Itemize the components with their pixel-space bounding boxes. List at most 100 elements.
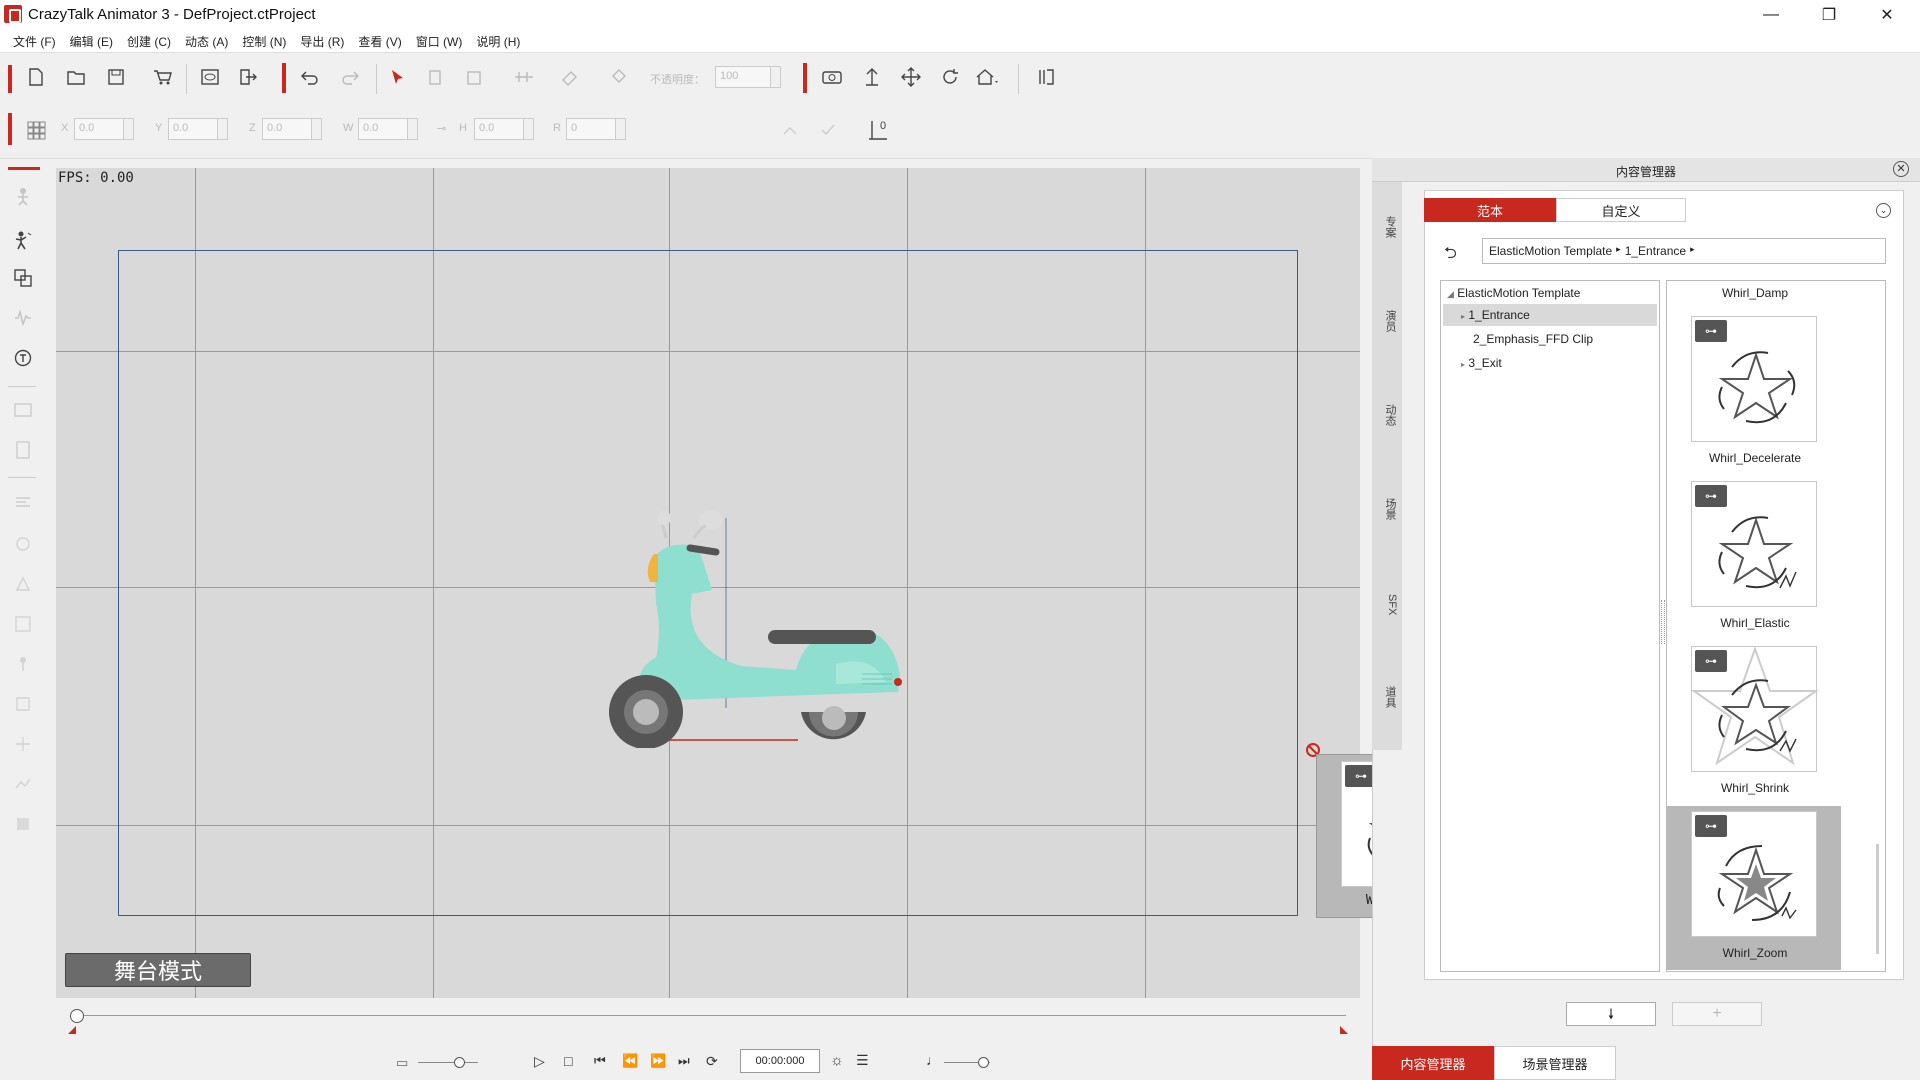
menu-control[interactable]: 控制 (N) [235, 29, 293, 52]
panel-close-icon[interactable]: ✕ [1893, 161, 1909, 177]
close-button[interactable]: ✕ [1864, 0, 1910, 29]
flip-icon[interactable] [776, 116, 804, 144]
x-spin[interactable] [124, 118, 134, 140]
splitter-handle[interactable] [1661, 600, 1665, 644]
text-bubble-icon[interactable] [10, 345, 36, 371]
aspect-lock-icon[interactable]: ⊸ [437, 122, 446, 135]
tool-icon[interactable] [10, 771, 36, 797]
timeline-toggle-icon[interactable] [1032, 63, 1060, 91]
sprite-icon[interactable] [10, 265, 36, 291]
tool-icon[interactable] [10, 731, 36, 757]
vtab-actor[interactable]: 演员 [1378, 310, 1398, 332]
last-frame-icon[interactable]: ⏭ [678, 1053, 690, 1069]
subtitle-icon[interactable]: ▭ [396, 1055, 408, 1071]
vtab-sfx[interactable]: SFX [1378, 594, 1398, 615]
tab-content-manager[interactable]: 内容管理器 [1372, 1046, 1494, 1080]
copy-icon[interactable] [420, 63, 448, 91]
vtab-scene[interactable]: 场景 [1378, 498, 1398, 520]
tool-icon[interactable] [10, 489, 36, 515]
opacity-dropdown[interactable] [771, 66, 781, 88]
menu-window[interactable]: 窗口 (W) [409, 29, 470, 52]
volume-note-icon[interactable]: ♩ [926, 1052, 940, 1068]
vtab-props[interactable]: 道具 [1378, 686, 1398, 708]
timeline-panel-icon[interactable]: ☰ [856, 1052, 869, 1069]
new-file-icon[interactable] [22, 63, 50, 91]
thumbnail-whirl-elastic[interactable]: ⊶ [1691, 481, 1817, 607]
zoom-slider-thumb[interactable] [454, 1057, 465, 1068]
tab-scene-manager[interactable]: 场景管理器 [1494, 1046, 1616, 1080]
tool-icon[interactable] [10, 611, 36, 637]
export-icon[interactable] [234, 63, 262, 91]
h-input[interactable]: 0.0 [474, 118, 524, 140]
rotate-icon[interactable] [936, 63, 964, 91]
stage-mode-button[interactable]: 舞台模式 [65, 953, 251, 987]
options-chevron-icon[interactable]: ⌄ [1876, 203, 1891, 218]
loop-icon[interactable]: ⟳ [706, 1053, 718, 1070]
tool-icon[interactable] [10, 397, 36, 423]
move-cross-icon[interactable] [897, 63, 925, 91]
tree-item-entrance[interactable]: ▸ 1_Entrance [1443, 304, 1657, 326]
move-up-icon[interactable] [858, 63, 886, 91]
tool-icon[interactable] [10, 651, 36, 677]
tool-icon[interactable] [10, 691, 36, 717]
menu-view[interactable]: 查看 (V) [351, 29, 408, 52]
end-marker-icon[interactable] [1340, 1026, 1348, 1034]
open-folder-icon[interactable] [62, 63, 90, 91]
select-arrow-icon[interactable] [384, 63, 412, 91]
timeline-playhead[interactable] [70, 1009, 84, 1023]
next-frame-icon[interactable]: ⏩ [650, 1053, 666, 1069]
time-display[interactable]: 00:00:000 [740, 1049, 820, 1073]
breadcrumb-item[interactable]: 1_Entrance [1625, 244, 1686, 258]
audio-wave-icon[interactable] [10, 305, 36, 331]
vtab-project[interactable]: 专案 [1378, 216, 1398, 238]
back-arrow-icon[interactable]: ⮌ [1444, 242, 1457, 269]
minimize-button[interactable]: — [1748, 0, 1794, 29]
apply-down-button[interactable]: 🠗 [1566, 1002, 1656, 1026]
tree-root[interactable]: ◢ ElasticMotion Template [1443, 282, 1657, 304]
w-input[interactable]: 0.0 [358, 118, 408, 140]
tree-item-exit[interactable]: ▸ 3_Exit [1443, 352, 1657, 374]
menu-file[interactable]: 文件 (F) [6, 29, 63, 52]
save-icon[interactable] [102, 63, 130, 91]
play-icon[interactable]: ▷ [534, 1053, 545, 1070]
add-button[interactable]: + [1672, 1002, 1762, 1026]
tab-custom[interactable]: 自定义 [1556, 198, 1686, 222]
thumbnail-whirl-decelerate[interactable]: ⊶ [1691, 316, 1817, 442]
redo-icon[interactable] [336, 63, 364, 91]
eraser-icon[interactable] [556, 63, 584, 91]
zoom-slider[interactable] [418, 1062, 478, 1063]
menu-export[interactable]: 导出 (R) [293, 29, 351, 52]
cart-icon[interactable] [148, 63, 176, 91]
r-spin[interactable] [616, 118, 626, 140]
timeline-track[interactable] [76, 1015, 1346, 1016]
paste-icon[interactable] [460, 63, 488, 91]
align-icon[interactable] [510, 63, 538, 91]
fill-icon[interactable] [604, 63, 632, 91]
tree-item-emphasis[interactable]: 2_Emphasis_FFD Clip [1443, 328, 1657, 350]
grid-icon[interactable] [22, 116, 50, 144]
r-input[interactable]: 0 [566, 118, 616, 140]
prev-frame-icon[interactable]: ⏪ [622, 1053, 638, 1069]
x-input[interactable]: 0.0 [74, 118, 124, 140]
preview-icon[interactable] [196, 63, 224, 91]
tool-icon[interactable] [10, 437, 36, 463]
character-icon[interactable] [10, 183, 36, 209]
check-icon[interactable] [814, 116, 842, 144]
y-spin[interactable] [218, 118, 228, 140]
menu-animation[interactable]: 动态 (A) [178, 29, 235, 52]
tool-icon[interactable] [10, 531, 36, 557]
layer-order-icon[interactable] [864, 116, 892, 144]
motion-icon[interactable] [10, 227, 36, 253]
h-spin[interactable] [524, 118, 534, 140]
y-input[interactable]: 0.0 [168, 118, 218, 140]
w-spin[interactable] [408, 118, 418, 140]
z-input[interactable]: 0.0 [262, 118, 312, 140]
tool-icon[interactable] [10, 811, 36, 837]
thumbnail-scrollbar[interactable] [1876, 844, 1879, 954]
home-view-icon[interactable] [974, 63, 1002, 91]
tool-icon[interactable] [10, 571, 36, 597]
breadcrumb-item[interactable]: ElasticMotion Template [1489, 244, 1612, 258]
maximize-button[interactable]: ❐ [1806, 0, 1852, 29]
menu-create[interactable]: 创建 (C) [120, 29, 178, 52]
thumbnail-whirl-zoom[interactable]: ⊶ [1691, 811, 1817, 937]
